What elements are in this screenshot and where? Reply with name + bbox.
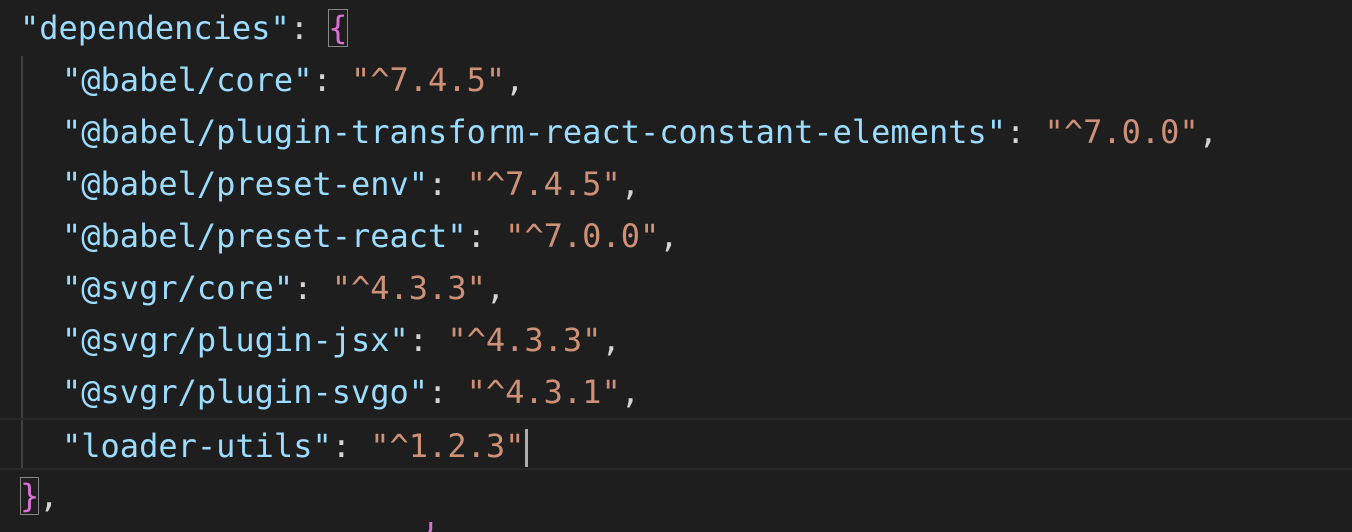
json-value: "^4.3.1"	[466, 373, 621, 411]
colon: :	[1006, 113, 1045, 151]
comma: ,	[505, 61, 525, 99]
code-editor[interactable]: "dependencies": { "@babel/core": "^7.4.5…	[0, 0, 1352, 532]
colon: :	[466, 217, 506, 255]
colon: :	[428, 373, 467, 411]
json-key: "@babel/core"	[62, 61, 313, 99]
comma: ,	[620, 373, 640, 411]
partial-next-line-brace: {	[421, 522, 440, 532]
comma: ,	[620, 165, 640, 203]
json-value: "^7.4.5"	[350, 61, 506, 99]
code-line-2: "@babel/core": "^7.4.5",	[0, 54, 1352, 106]
colon: :	[289, 9, 329, 47]
colon: :	[408, 321, 448, 359]
json-value: "^7.0.0"	[505, 217, 660, 255]
comma: ,	[39, 477, 59, 515]
code-line-3: "@babel/plugin-transform-react-constant-…	[0, 106, 1352, 158]
json-key: "@svgr/plugin-jsx"	[62, 321, 409, 359]
json-key: "@svgr/plugin-svgo"	[62, 373, 429, 411]
code-line-8: "@svgr/plugin-svgo": "^4.3.1",	[0, 366, 1352, 418]
colon: :	[331, 427, 371, 465]
open-brace: {	[328, 9, 348, 47]
code-line-1: "dependencies": {	[0, 2, 1352, 54]
json-value: "^4.3.3"	[447, 321, 602, 359]
colon: :	[312, 61, 351, 99]
colon: :	[293, 269, 332, 307]
comma: ,	[601, 321, 621, 359]
json-value: "^4.3.3"	[331, 269, 486, 307]
json-key: "@svgr/core"	[62, 269, 294, 307]
json-value: "^1.2.3"	[370, 427, 525, 465]
json-key: "dependencies"	[20, 9, 290, 47]
json-key: "@babel/plugin-transform-react-constant-…	[62, 113, 1007, 151]
json-value: "^7.4.5"	[466, 165, 621, 203]
json-key: "loader-utils"	[62, 427, 332, 465]
json-key: "@babel/preset-env"	[62, 165, 429, 203]
comma: ,	[1198, 113, 1218, 151]
json-key: "@babel/preset-react"	[62, 217, 467, 255]
colon: :	[428, 165, 467, 203]
code-line-5: "@babel/preset-react": "^7.0.0",	[0, 210, 1352, 262]
json-value: "^7.0.0"	[1044, 113, 1199, 151]
code-line-10: },	[0, 470, 1352, 522]
code-line-6: "@svgr/core": "^4.3.3",	[0, 262, 1352, 314]
text-cursor	[525, 429, 529, 467]
close-brace: }	[20, 477, 40, 515]
comma: ,	[485, 269, 506, 307]
code-line-4: "@babel/preset-env": "^7.4.5",	[0, 158, 1352, 210]
code-line-7: "@svgr/plugin-jsx": "^4.3.3",	[0, 314, 1352, 366]
code-line-9-current: "loader-utils": "^1.2.3"	[0, 418, 1352, 470]
comma: ,	[659, 217, 679, 255]
